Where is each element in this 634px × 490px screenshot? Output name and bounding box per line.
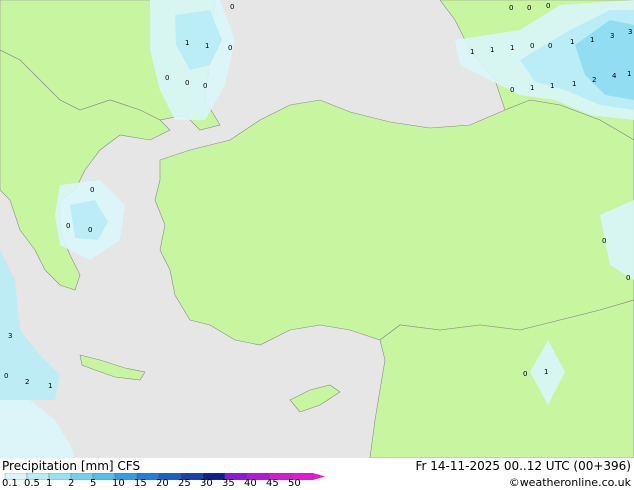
legend-label: 45 xyxy=(266,478,279,489)
legend-label: 40 xyxy=(244,478,257,489)
legend-label: 0.1 xyxy=(2,478,18,489)
value-label: 1 xyxy=(510,44,514,52)
legend-label: 25 xyxy=(178,478,191,489)
value-label: 0 xyxy=(4,372,8,380)
value-label: 0 xyxy=(510,86,514,94)
legend-label: 35 xyxy=(222,478,235,489)
value-label: 1 xyxy=(185,39,189,47)
value-label: 0 xyxy=(523,370,527,378)
credit-text: ©weatheronline.co.uk xyxy=(508,476,631,489)
value-label: 0 xyxy=(546,2,550,10)
value-label: 1 xyxy=(544,368,548,376)
legend-label: 0.5 xyxy=(24,478,40,489)
value-label: 0 xyxy=(626,274,630,282)
precipitation-map: 0 1 1 0 0 0 0 0 1 1 1 0 1 1 3 3 4 2 1 1 … xyxy=(0,0,634,458)
value-label: 0 xyxy=(185,79,189,87)
value-label: 0 xyxy=(228,44,232,52)
legend-label: 5 xyxy=(90,478,97,489)
value-label: 0 xyxy=(203,82,207,90)
map-title: Precipitation [mm] CFS xyxy=(2,459,141,473)
value-label: 1 xyxy=(490,46,494,54)
value-label: 0 xyxy=(88,226,92,234)
value-label: 2 xyxy=(25,378,29,386)
valid-time: Fr 14-11-2025 00..12 UTC (00+396) xyxy=(415,459,631,473)
value-label: 0 xyxy=(90,186,94,194)
value-label: 2 xyxy=(592,76,596,84)
legend-label: 20 xyxy=(156,478,169,489)
value-label: 0 xyxy=(530,42,534,50)
value-label: 1 xyxy=(205,42,209,50)
value-label: 3 xyxy=(628,28,632,36)
legend-label: 1 xyxy=(46,478,53,489)
value-label: 0 xyxy=(165,74,169,82)
value-label: 0 xyxy=(527,4,531,12)
value-label: 1 xyxy=(572,80,576,88)
value-label: 4 xyxy=(612,72,617,80)
value-label: 0 xyxy=(66,222,70,230)
value-label: 1 xyxy=(530,84,534,92)
precip-legend-labels: 0.1 0.5 1 2 5 10 15 20 25 30 35 40 45 50 xyxy=(0,478,330,490)
map-footer: Precipitation [mm] CFS Fr 14-11-2025 00.… xyxy=(0,458,634,490)
legend-label: 50 xyxy=(288,478,301,489)
value-label: 1 xyxy=(627,70,631,78)
value-label: 1 xyxy=(590,36,594,44)
value-label: 0 xyxy=(230,3,234,11)
value-label: 1 xyxy=(48,382,52,390)
value-label: 1 xyxy=(550,82,554,90)
value-label: 0 xyxy=(602,237,606,245)
legend-label: 2 xyxy=(68,478,75,489)
value-label: 0 xyxy=(509,4,513,12)
value-label: 3 xyxy=(610,32,614,40)
value-label: 1 xyxy=(470,48,474,56)
value-label: 1 xyxy=(570,38,574,46)
legend-label: 15 xyxy=(134,478,147,489)
weather-map-page: 0 1 1 0 0 0 0 0 1 1 1 0 1 1 3 3 4 2 1 1 … xyxy=(0,0,634,490)
value-label: 0 xyxy=(548,42,552,50)
legend-label: 10 xyxy=(112,478,125,489)
value-label: 3 xyxy=(8,332,12,340)
legend-label: 30 xyxy=(200,478,213,489)
